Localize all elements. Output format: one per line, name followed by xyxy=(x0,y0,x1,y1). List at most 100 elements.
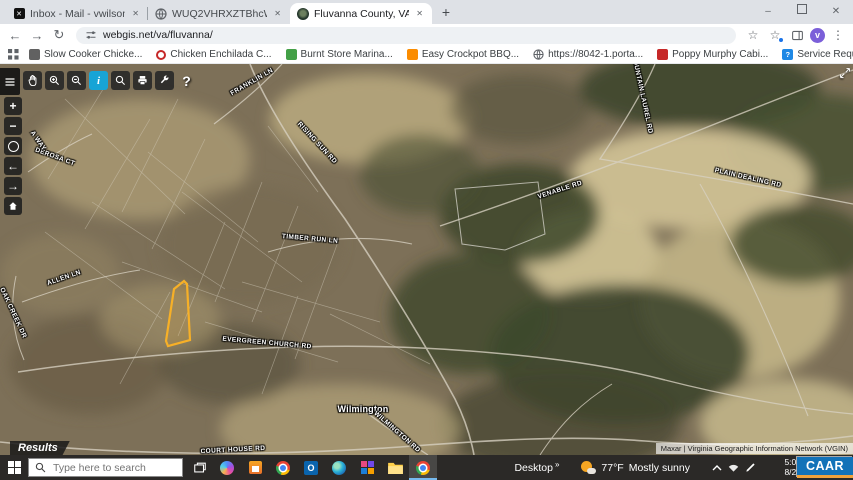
bookmarks-items: Slow Cooker Chicke... Chicken Enchilada C… xyxy=(29,49,853,60)
close-icon[interactable]: ✕ xyxy=(819,0,853,24)
back-icon[interactable]: ← xyxy=(6,26,24,44)
cortana-taskbar-icon[interactable] xyxy=(213,455,241,480)
zoom-in-button[interactable]: + xyxy=(4,97,22,115)
windows-taskbar: O Desktop» 77°F Mostly sunny 5:01 8/28 C… xyxy=(0,455,853,480)
desktop-toolbar[interactable]: Desktop» xyxy=(514,462,559,474)
outlook-icon: O xyxy=(304,461,318,475)
photos-icon xyxy=(361,461,374,474)
bookmark-label: Chicken Enchilada C... xyxy=(170,49,271,60)
reading-list-star-icon[interactable]: ☆ xyxy=(766,26,784,44)
search-input[interactable] xyxy=(51,461,170,475)
forward-icon[interactable]: → xyxy=(28,26,46,44)
chrome-icon xyxy=(416,461,430,475)
square-red-icon xyxy=(657,49,668,60)
map-zoom-controls: + − ← → xyxy=(4,97,22,215)
chrome-webgis-taskbar-icon[interactable] xyxy=(409,455,437,480)
map-viewport[interactable]: FRANKLIN LNRISING SUN RDMOUNTAIN LAUREL … xyxy=(0,64,853,455)
results-panel-tab[interactable]: Results xyxy=(10,441,70,455)
map-menu-icon[interactable] xyxy=(0,68,20,95)
bookmark-item[interactable]: Poppy Murphy Cabi... xyxy=(657,49,768,60)
zoom-out-icon xyxy=(71,75,82,86)
task-view-icon[interactable] xyxy=(187,455,213,480)
hidden-icons-chevron-icon[interactable] xyxy=(708,464,725,472)
apps-grid-icon[interactable] xyxy=(8,49,19,60)
bookmark-item[interactable]: Chicken Enchilada C... xyxy=(156,49,271,60)
reload-icon[interactable]: ↻ xyxy=(50,26,68,44)
new-tab-button[interactable]: + xyxy=(436,2,456,22)
full-extent-button[interactable] xyxy=(4,137,22,155)
photos-taskbar-icon[interactable] xyxy=(353,455,381,480)
zoom-in-tool[interactable] xyxy=(45,71,64,90)
address-bar[interactable]: webgis.net/va/fluvanna/ xyxy=(76,27,736,44)
square-orange-icon xyxy=(407,49,418,60)
tabs-container: ✕Inbox - Mail - vwilsonrealtor@✕WUQ2VHRX… xyxy=(0,0,432,24)
bookmark-label: Burnt Store Marina... xyxy=(301,49,393,60)
pen-icon[interactable] xyxy=(742,462,759,473)
hand-icon xyxy=(27,75,38,86)
edge-taskbar-icon[interactable] xyxy=(325,455,353,480)
explorer-icon xyxy=(388,462,403,474)
previous-extent-button[interactable]: ← xyxy=(4,157,22,175)
browser-tab[interactable]: Fluvanna County, VA✕ xyxy=(290,3,432,24)
screen: ✕Inbox - Mail - vwilsonrealtor@✕WUQ2VHRX… xyxy=(0,0,853,480)
next-extent-button[interactable]: → xyxy=(4,177,22,195)
bookmark-item[interactable]: Burnt Store Marina... xyxy=(286,49,393,60)
bookmark-label: Slow Cooker Chicke... xyxy=(44,49,142,60)
tune-icon[interactable] xyxy=(85,29,97,41)
map-attribution: Maxar | Virginia Geographic Information … xyxy=(656,443,853,454)
bookmark-label: Easy Crockpot BBQ... xyxy=(422,49,519,60)
bookmark-label: Service Requests for... xyxy=(797,49,853,60)
square-green-icon xyxy=(286,49,297,60)
bookmark-item[interactable]: Slow Cooker Chicke... xyxy=(29,49,142,60)
url-text: webgis.net/va/fluvanna/ xyxy=(103,29,213,41)
bookmark-star-icon[interactable]: ☆ xyxy=(744,26,762,44)
bookmark-label: Poppy Murphy Cabi... xyxy=(672,49,768,60)
bookmark-item[interactable]: ?Service Requests for... xyxy=(782,49,853,60)
outlook-taskbar-icon[interactable]: O xyxy=(297,455,325,480)
bookmark-item[interactable]: https://8042-1.porta... xyxy=(533,49,643,60)
home-button[interactable] xyxy=(4,197,22,215)
zoom-out-button[interactable]: − xyxy=(4,117,22,135)
search-tool[interactable] xyxy=(111,71,130,90)
question-icon: ? xyxy=(182,73,191,89)
network-icon[interactable] xyxy=(725,462,742,473)
taskbar-clock[interactable]: 5:01 8/28 xyxy=(767,458,801,478)
minimize-icon[interactable]: – xyxy=(751,0,785,24)
maximize-icon[interactable] xyxy=(785,0,819,24)
bookmark-item[interactable]: Easy Crockpot BBQ... xyxy=(407,49,519,60)
fullscreen-icon[interactable] xyxy=(839,66,851,78)
help-button[interactable]: ? xyxy=(177,71,196,90)
edge-icon xyxy=(332,461,346,475)
sun-cloud-icon xyxy=(581,461,596,474)
store-icon xyxy=(249,461,262,474)
weather-temp: 77°F xyxy=(601,462,623,474)
tools-menu[interactable] xyxy=(155,71,174,90)
browser-tab[interactable]: WUQ2VHRXZTBhcWtHWVVjbX✕ xyxy=(148,3,290,24)
search-icon xyxy=(35,462,46,473)
overflow-chevron-icon[interactable]: » xyxy=(555,460,559,469)
tab-title: Inbox - Mail - vwilsonrealtor@ xyxy=(30,8,125,20)
tab-close-icon[interactable]: ✕ xyxy=(272,8,283,19)
globe-icon xyxy=(155,8,167,20)
menu-kebab-icon[interactable]: ⋮ xyxy=(829,26,847,44)
store-taskbar-icon[interactable] xyxy=(241,455,269,480)
tab-close-icon[interactable]: ✕ xyxy=(130,8,141,19)
start-button[interactable] xyxy=(0,455,28,480)
file-explorer-taskbar-icon[interactable] xyxy=(381,455,409,480)
side-panel-icon[interactable] xyxy=(788,26,806,44)
print-tool[interactable] xyxy=(133,71,152,90)
tab-close-icon[interactable]: ✕ xyxy=(414,8,425,19)
wrench-icon xyxy=(159,75,170,86)
zoom-in-icon xyxy=(49,75,60,86)
profile-avatar[interactable]: v xyxy=(810,28,825,43)
identify-tool[interactable]: i xyxy=(89,71,108,90)
zoom-out-tool[interactable] xyxy=(67,71,86,90)
weather-widget[interactable]: 77°F Mostly sunny xyxy=(581,461,690,474)
browser-tab[interactable]: ✕Inbox - Mail - vwilsonrealtor@✕ xyxy=(6,3,148,24)
bookmark-label: https://8042-1.porta... xyxy=(548,49,643,60)
chrome-taskbar-icon[interactable] xyxy=(269,455,297,480)
info-icon: i xyxy=(97,75,100,87)
taskbar-search[interactable] xyxy=(28,458,183,477)
pan-tool[interactable] xyxy=(23,71,42,90)
caar-logo: CAAR xyxy=(797,457,853,478)
